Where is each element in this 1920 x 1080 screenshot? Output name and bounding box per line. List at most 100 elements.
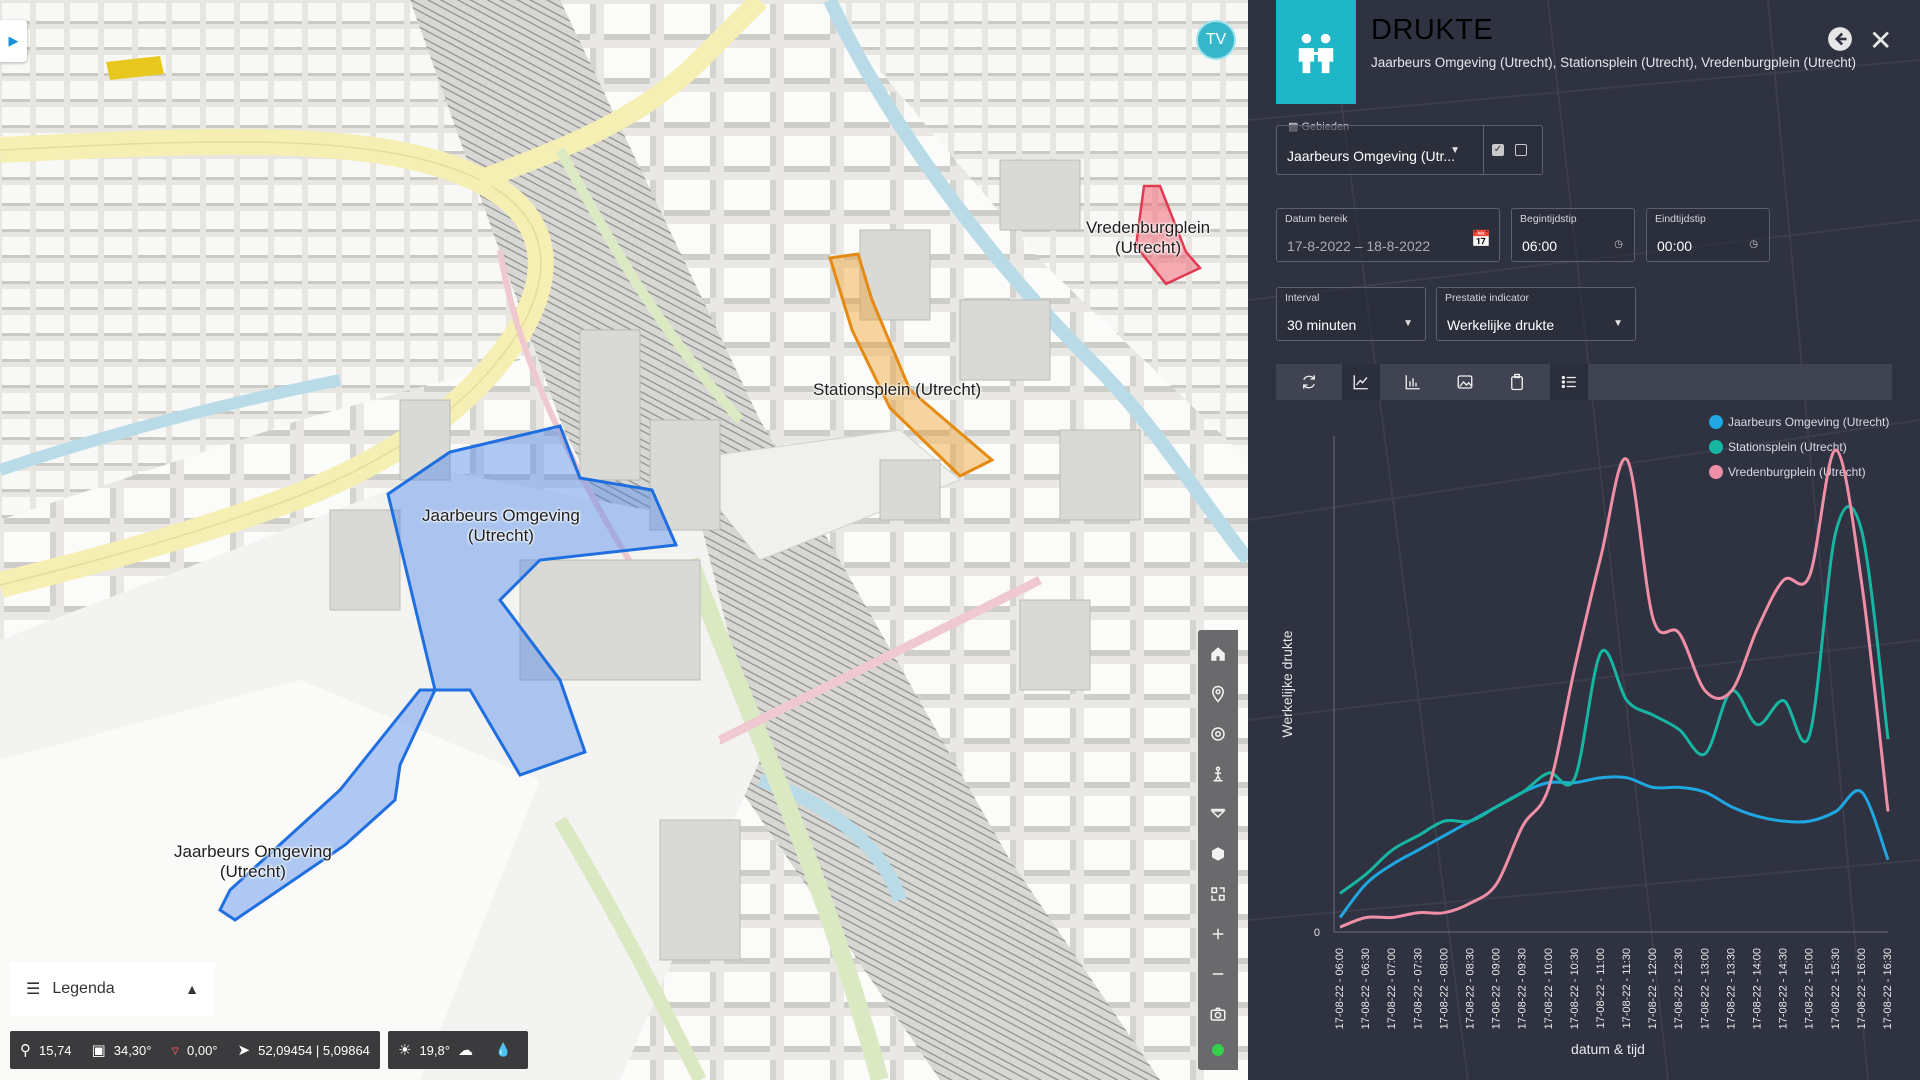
list-view-button[interactable] <box>1550 364 1588 400</box>
cube-icon <box>1212 847 1224 861</box>
map-label-vredenburgplein: Vredenburgplein (Utrecht) <box>1086 218 1211 257</box>
status-bar-view: ⚲ 15,74 ▣ 34,30° ▿ 0,00° ➤ 52,09454 | 5,0986… <box>10 1031 380 1069</box>
legend-label: Legenda <box>52 980 115 997</box>
x-tick-label: 17-08-22 - 12:00 <box>1647 948 1659 1029</box>
gebieden-select[interactable]: Jaarbeurs Omgeving (Utr... ▼ ✓ <box>1276 125 1543 175</box>
coordinates-readout: 52,09454 | 5,09864 <box>258 1042 370 1058</box>
select-all-checkbox[interactable]: ✓ <box>1492 144 1504 156</box>
map-canvas[interactable] <box>0 0 1248 1080</box>
panel-title: DRUKTE <box>1371 14 1494 46</box>
measure-icon <box>1211 887 1225 901</box>
chevron-down-icon: ▼ <box>1450 145 1460 156</box>
image-icon <box>1457 375 1473 389</box>
legend-entry-0[interactable]: Jaarbeurs Omgeving (Utrecht) <box>1728 415 1889 429</box>
x-tick-label: 17-08-22 - 08:00 <box>1438 948 1450 1029</box>
bar-chart-icon <box>1405 375 1420 390</box>
eindtijdstip-field[interactable]: Eindtijdstip 00:00 ◷ <box>1646 208 1770 262</box>
chevron-right-icon: ▶ <box>8 33 19 48</box>
x-tick-label: 17-08-22 - 14:30 <box>1778 948 1790 1029</box>
cube-button[interactable] <box>1198 834 1238 874</box>
y-tick-zero: 0 <box>1314 927 1320 939</box>
begintijdstip-label: Begintijdstip <box>1520 213 1577 225</box>
x-tick-label: 17-08-22 - 08:30 <box>1464 948 1476 1029</box>
drukte-line-chart: Jaarbeurs Omgeving (Utrecht) Stationsplei… <box>1279 415 1894 1057</box>
legend-entry-1[interactable]: Stationsplein (Utrecht) <box>1728 440 1847 454</box>
tilt-value: 34,30° <box>113 1042 152 1058</box>
eindtijdstip-value: 00:00 <box>1657 238 1693 254</box>
x-tick-label: 17-08-22 - 09:00 <box>1491 948 1503 1029</box>
location-pin-icon <box>1211 685 1225 703</box>
datum-bereik-field[interactable]: Datum bereik 17-8-2022 – 18-8-2022 📅 <box>1276 208 1500 262</box>
x-axis-label: datum & tijd <box>1571 1041 1645 1057</box>
x-tick-label: 17-08-22 - 14:00 <box>1752 948 1764 1029</box>
series-line-1 <box>1339 505 1890 895</box>
temperature-value: 19,8° <box>419 1042 450 1058</box>
clock-icon[interactable]: ◷ <box>1614 239 1623 250</box>
drop-icon[interactable]: 💧 <box>495 1042 511 1058</box>
eindtijdstip-label: Eindtijdstip <box>1655 213 1706 225</box>
x-tick-label: 17-08-22 - 15:00 <box>1804 948 1816 1029</box>
legend-swatch-2[interactable] <box>1709 465 1723 479</box>
x-tick-label: 17-08-22 - 06:00 <box>1334 948 1346 1029</box>
x-tick-label: 17-08-22 - 09:30 <box>1517 948 1529 1029</box>
map-viewport[interactable]: Jaarbeurs Omgeving (Utrecht) Jaarbeurs Om… <box>0 0 1248 1080</box>
back-button[interactable] <box>1827 26 1853 58</box>
gebieden-value: Jaarbeurs Omgeving (Utr... <box>1287 148 1456 164</box>
prestatie-indicator-select[interactable]: Prestatie indicator Werkelijke drukte ▼ <box>1436 287 1636 341</box>
clock-icon[interactable]: ◷ <box>1749 239 1758 250</box>
datum-bereik-value: 17-8-2022 – 18-8-2022 <box>1287 238 1431 254</box>
zoom-in-icon <box>1212 928 1224 940</box>
map-label-jaarbeurs-2: Jaarbeurs Omgeving (Utrecht) <box>174 842 332 881</box>
compass-icon: ▿ <box>171 1042 179 1059</box>
people-meeting-icon <box>1298 33 1334 74</box>
calendar-icon[interactable]: 📅 <box>1471 229 1491 249</box>
x-tick-label: 17-08-22 - 07:00 <box>1386 948 1398 1029</box>
image-export-button[interactable] <box>1446 364 1484 400</box>
slice-icon <box>1210 808 1226 819</box>
zoom-out-icon <box>1212 973 1224 975</box>
map-toolbar <box>1198 630 1238 1070</box>
measure-button[interactable] <box>1198 874 1238 914</box>
close-button[interactable]: ✕ <box>1869 24 1892 57</box>
deselect-all-checkbox[interactable] <box>1515 144 1527 156</box>
chevron-up-icon[interactable]: ▲ <box>185 981 199 997</box>
home-button[interactable] <box>1198 634 1238 674</box>
x-tick-label: 17-08-22 - 12:30 <box>1673 948 1685 1029</box>
bar-chart-button[interactable] <box>1394 364 1432 400</box>
chart-toolbar <box>1276 364 1892 400</box>
zoom-icon: ⚲ <box>20 1042 31 1059</box>
legend-panel[interactable]: ☰ Legenda ▲ <box>10 962 215 1016</box>
x-tick-label: 17-08-22 - 15:30 <box>1830 948 1842 1029</box>
line-chart-button[interactable] <box>1342 364 1380 400</box>
heading-value: 0,00° <box>187 1042 218 1058</box>
panel-subtitle: Jaarbeurs Omgeving (Utrecht), Stationspl… <box>1371 55 1856 70</box>
interval-label: Interval <box>1285 292 1320 304</box>
clipboard-button[interactable] <box>1498 364 1536 400</box>
zoom-out-button[interactable] <box>1198 954 1238 994</box>
target-button[interactable] <box>1198 714 1238 754</box>
user-avatar[interactable]: TV <box>1196 20 1236 60</box>
legend-swatch-0[interactable] <box>1709 415 1723 429</box>
zoom-in-button[interactable] <box>1198 914 1238 954</box>
back-arrow-icon <box>1828 27 1852 51</box>
x-tick-label: 17-08-22 - 07:30 <box>1412 948 1424 1029</box>
x-tick-label: 17-08-22 - 13:00 <box>1699 948 1711 1029</box>
navigation-arrow-icon: ➤ <box>237 1042 251 1059</box>
refresh-icon <box>1303 375 1315 389</box>
series-line-0 <box>1338 775 1890 919</box>
slice-button[interactable] <box>1198 794 1238 834</box>
camera-button[interactable] <box>1198 994 1238 1034</box>
refresh-button[interactable] <box>1290 364 1328 400</box>
location-pin-button[interactable] <box>1198 674 1238 714</box>
y-axis-label: Werkelijke drukte <box>1279 630 1295 737</box>
cube-icon: ▣ <box>91 1042 106 1059</box>
sidebar-toggle-button[interactable]: ▶ <box>0 20 27 62</box>
pedestrian-button[interactable] <box>1198 754 1238 794</box>
chevron-down-icon: ▼ <box>1613 318 1623 329</box>
interval-select[interactable]: Interval 30 minuten ▼ <box>1276 287 1426 341</box>
status-bar-weather: ☀ 19,8° ☁ 💧 <box>388 1031 528 1069</box>
x-tick-label: 17-08-22 - 10:30 <box>1569 948 1581 1029</box>
begintijdstip-field[interactable]: Begintijdstip 06:00 ◷ <box>1511 208 1635 262</box>
legend-swatch-1[interactable] <box>1709 440 1723 454</box>
x-tick-label: 17-08-22 - 10:00 <box>1543 948 1555 1029</box>
